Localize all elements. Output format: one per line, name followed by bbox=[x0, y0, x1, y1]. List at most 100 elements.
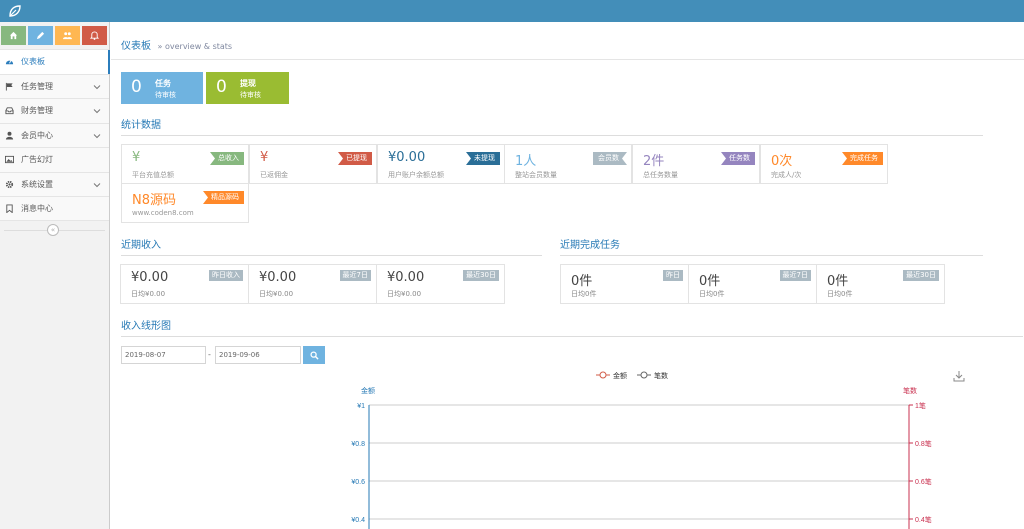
download-icon[interactable] bbox=[953, 371, 965, 382]
sidebar-item-label: 消息中心 bbox=[21, 203, 53, 213]
bookmark-icon bbox=[4, 203, 14, 213]
sidebar-item-finance[interactable]: 财务管理 bbox=[0, 98, 109, 123]
legend-marker bbox=[599, 371, 607, 379]
pencil-shortcut-button[interactable] bbox=[28, 26, 53, 45]
summary-card: ¥0.00 日均¥0.00 最近30日 bbox=[376, 264, 505, 304]
breadcrumb: 仪表板 » overview & stats bbox=[111, 22, 1024, 60]
stats-section-title: 统计数据 bbox=[121, 116, 983, 136]
date-from-input[interactable]: 2019-08-07 bbox=[121, 346, 206, 364]
group-icon bbox=[63, 32, 72, 40]
pencil-icon bbox=[36, 31, 45, 40]
sidebar-item-dashboard[interactable]: 仪表板 bbox=[0, 49, 110, 74]
sidebar-item-label: 系统设置 bbox=[21, 179, 53, 189]
sidebar-item-settings[interactable]: 系统设置 bbox=[0, 171, 109, 196]
bell-shortcut-button[interactable] bbox=[82, 26, 107, 45]
group-shortcut-button[interactable] bbox=[55, 26, 80, 45]
stat-label: www.coden8.com bbox=[132, 209, 194, 217]
stat-label: 已返佣金 bbox=[260, 171, 288, 179]
y-tick-label-left: ¥0.6 bbox=[351, 479, 365, 486]
y-tick-label-left: ¥0.8 bbox=[351, 441, 365, 448]
summary-sub: 日均0件 bbox=[827, 290, 853, 298]
income-line-chart: 金额 笔数金额 笔数¥1 1笔¥0.8 0.8笔¥0.6 0.6笔¥0.4 0.4笔 bbox=[351, 371, 965, 529]
stat-ribbon-badge: 总收入 bbox=[210, 152, 244, 165]
period-badge: 最近30日 bbox=[463, 270, 499, 281]
period-badge: 最近7日 bbox=[339, 270, 371, 281]
summary-value: 0件 bbox=[827, 274, 849, 289]
summary-card: 0件 日均0件 昨日 bbox=[560, 264, 689, 304]
home-shortcut-button[interactable] bbox=[1, 26, 26, 45]
sidebar-item-messages[interactable]: 消息中心 bbox=[0, 196, 109, 221]
leaf-logo-icon[interactable] bbox=[8, 4, 22, 18]
period-badge: 最近7日 bbox=[779, 270, 811, 281]
tile-sublabel: 待审核 bbox=[155, 91, 176, 99]
top-navbar bbox=[0, 0, 1024, 22]
sidebar-item-members[interactable]: 会员中心 bbox=[0, 122, 109, 147]
stat-card: N8源码 www.coden8.com 精品源码 bbox=[121, 183, 249, 223]
summary-value: ¥0.00 bbox=[387, 270, 425, 285]
user-icon bbox=[4, 130, 14, 140]
date-separator: - bbox=[208, 350, 211, 359]
stat-ribbon-badge: 精品源码 bbox=[203, 191, 244, 204]
summary-value: ¥0.00 bbox=[259, 270, 297, 285]
date-to-input[interactable]: 2019-09-06 bbox=[215, 346, 301, 364]
tile-value: 0 bbox=[216, 77, 227, 97]
legend-label: 金额 bbox=[613, 371, 627, 380]
tile-sublabel: 待审核 bbox=[240, 91, 261, 99]
home-icon bbox=[9, 31, 18, 40]
search-button[interactable] bbox=[303, 346, 325, 364]
main-content: 仪表板 » overview & stats 0 任务 待审核 0 提现 待审核… bbox=[111, 22, 1024, 529]
sidebar-item-label: 财务管理 bbox=[21, 106, 53, 116]
stat-card: ¥ 已返佣金 已提现 bbox=[249, 144, 377, 184]
tile-label: 任务 bbox=[155, 79, 171, 88]
chevron-down-icon bbox=[93, 133, 101, 138]
stat-value: 0次 bbox=[771, 154, 793, 169]
stat-ribbon-badge: 已提现 bbox=[338, 152, 372, 165]
collapse-sidebar-button[interactable]: « bbox=[47, 223, 59, 236]
sidebar-menu: 仪表板 任务管理 财务管理 会员中心 广告幻灯 系统设置 消息中心 bbox=[0, 49, 110, 221]
stat-ribbon-badge: 会员数 bbox=[593, 152, 627, 165]
tile-label: 提现 bbox=[240, 79, 256, 88]
stat-value: ¥0.00 bbox=[388, 150, 426, 165]
sidebar: 仪表板 任务管理 财务管理 会员中心 广告幻灯 系统设置 消息中心 « bbox=[0, 22, 110, 529]
legend-marker bbox=[640, 371, 648, 379]
summary-card: ¥0.00 日均¥0.00 最近7日 bbox=[248, 264, 377, 304]
chevron-down-icon bbox=[93, 182, 101, 187]
sidebar-item-ads[interactable]: 广告幻灯 bbox=[0, 147, 109, 172]
summary-card: ¥0.00 日均¥0.00 昨日收入 bbox=[120, 264, 249, 304]
withdraw-pending-tile[interactable]: 0 提现 待审核 bbox=[206, 72, 289, 104]
y-tick-label-right: 1笔 bbox=[915, 401, 926, 410]
sidebar-item-label: 任务管理 bbox=[21, 81, 53, 91]
summary-value: 0件 bbox=[571, 274, 593, 289]
y-tick-label-right: 0.6笔 bbox=[915, 477, 932, 486]
line-chart-section-title: 收入线形图 bbox=[121, 317, 1023, 337]
stat-card: 2件总任务数量 任务数 bbox=[632, 144, 760, 184]
chevron-down-icon bbox=[93, 109, 101, 114]
summary-value: ¥0.00 bbox=[131, 270, 169, 285]
stat-label: 整站会员数量 bbox=[515, 171, 557, 179]
legend-label: 笔数 bbox=[654, 371, 668, 380]
search-icon bbox=[309, 350, 319, 360]
tasks-section-title: 近期完成任务 bbox=[560, 236, 983, 256]
sidebar-item-label: 会员中心 bbox=[21, 130, 53, 140]
task-pending-tile[interactable]: 0 任务 待审核 bbox=[121, 72, 203, 104]
stat-ribbon-badge: 未提现 bbox=[466, 152, 500, 165]
summary-sub: 日均0件 bbox=[571, 290, 597, 298]
left-axis-name: 金额 bbox=[361, 386, 375, 395]
y-tick-label-left: ¥1 bbox=[357, 403, 365, 410]
chevron-down-icon bbox=[93, 84, 101, 89]
summary-sub: 日均¥0.00 bbox=[259, 290, 294, 298]
stat-card: ¥0.00 用户账户余额总额 未提现 bbox=[377, 144, 505, 184]
summary-card: 0件 日均0件 最近7日 bbox=[688, 264, 817, 304]
stat-card: ¥ 平台充值总额 总收入 bbox=[121, 144, 249, 184]
stat-card: 1人 整站会员数量 会员数 bbox=[504, 144, 632, 184]
summary-sub: 日均0件 bbox=[699, 290, 725, 298]
stat-label: 总任务数量 bbox=[643, 171, 678, 179]
sidebar-collapse: « bbox=[0, 221, 109, 239]
stat-ribbon-badge: 任务数 bbox=[721, 152, 755, 165]
stat-value: 2件 bbox=[643, 154, 665, 169]
sidebar-item-tasks[interactable]: 任务管理 bbox=[0, 73, 109, 98]
income-section-title: 近期收入 bbox=[121, 236, 542, 256]
period-badge: 最近30日 bbox=[903, 270, 939, 281]
stat-label: 用户账户余额总额 bbox=[388, 171, 444, 179]
y-tick-label-right: 0.8笔 bbox=[915, 439, 932, 448]
